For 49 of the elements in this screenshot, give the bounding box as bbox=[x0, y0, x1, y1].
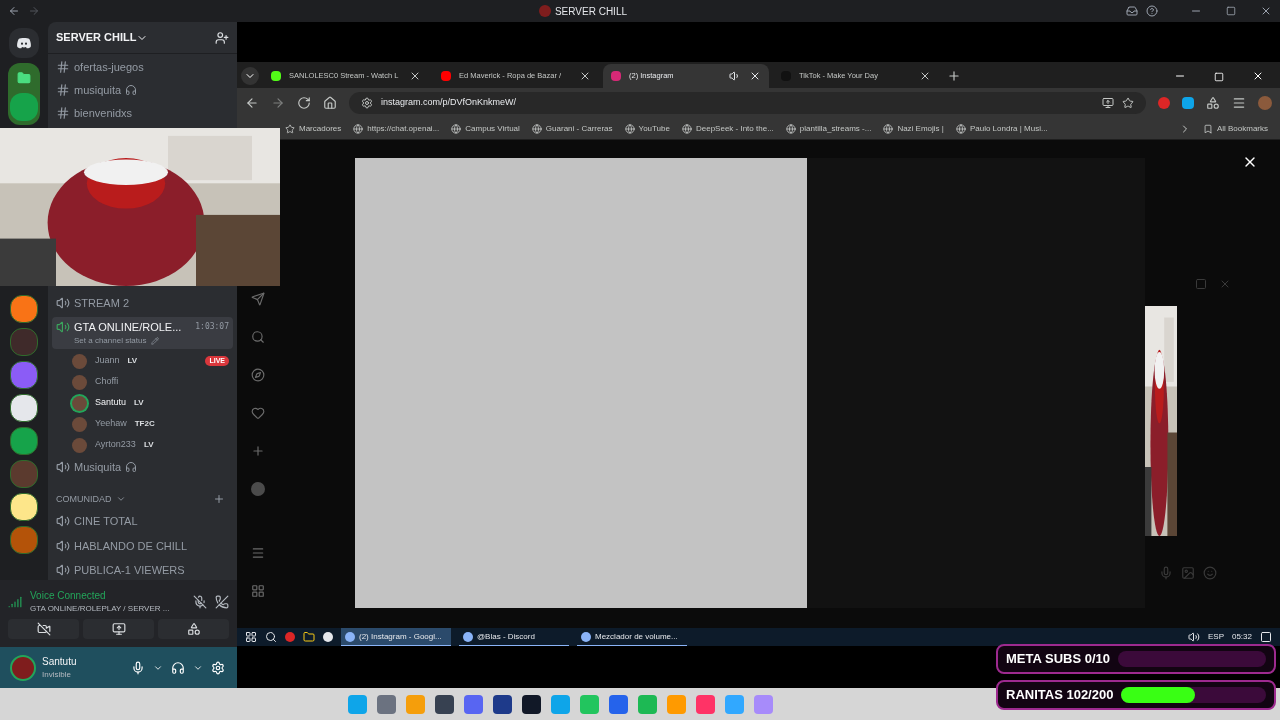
member-row[interactable]: Ayrton233 LV bbox=[72, 436, 233, 454]
window-title: SERVER CHILL bbox=[554, 4, 628, 19]
channel-item[interactable]: musiquita bbox=[52, 81, 233, 99]
user-status: Invisible bbox=[42, 669, 72, 681]
channel-status[interactable]: Set a channel status bbox=[74, 335, 147, 347]
member-tag: LV bbox=[134, 397, 144, 409]
server-name[interactable]: SERVER CHILL bbox=[56, 29, 137, 46]
voice-channel[interactable]: CINE TOTAL bbox=[52, 510, 233, 533]
member-row[interactable]: Choffi bbox=[72, 373, 233, 391]
member-name[interactable]: Ayrton233 bbox=[91, 438, 140, 452]
clock[interactable]: 05:32 bbox=[1231, 631, 1252, 643]
voice-channel[interactable]: Musiquita bbox=[52, 456, 233, 479]
taskbar-item[interactable]: Mezclador de volume... bbox=[577, 628, 687, 646]
address-bar[interactable]: instagram.com/p/DVfOnKnkmeW/ bbox=[349, 92, 1146, 114]
channel-item[interactable]: bienvenidxs bbox=[52, 104, 233, 122]
member-row[interactable]: Santutu LV bbox=[72, 394, 233, 412]
bookmark[interactable]: Campus Virtual bbox=[451, 122, 520, 135]
language[interactable]: ESP bbox=[1207, 631, 1224, 643]
bookmark[interactable]: https://chat.openai... bbox=[353, 122, 440, 135]
voice-channel-name[interactable]: GTA ONLINE/ROLEPLAY / SERVER ... bbox=[30, 603, 185, 615]
member-tag: LV bbox=[127, 355, 138, 367]
member-name[interactable]: Choffi bbox=[91, 375, 123, 389]
member-name[interactable]: Santutu bbox=[91, 396, 131, 410]
voice-channel[interactable]: HABLANDO DE CHILL bbox=[52, 534, 233, 557]
user-name[interactable]: Santutu bbox=[42, 654, 123, 669]
goal-label: META SUBS 0/10 bbox=[1006, 650, 1111, 669]
member-tag: LV bbox=[143, 439, 154, 451]
bookmark[interactable]: plantilla_streams -... bbox=[785, 122, 872, 135]
bookmark[interactable]: YouTube bbox=[624, 122, 670, 135]
voice-time: 1:03:07 bbox=[195, 320, 229, 333]
voice-channel[interactable]: GTA ONLINE/ROLE... 1:03:07 Set a channel status bbox=[52, 316, 233, 349]
bookmark[interactable]: Guarani - Carreras bbox=[531, 122, 613, 135]
member-row[interactable]: Yeehaw TF2C bbox=[72, 415, 233, 433]
member-name[interactable]: Yeehaw bbox=[91, 417, 131, 431]
voice-channel[interactable]: PUBLICA-1 VIEWERS bbox=[52, 559, 233, 582]
bookmark[interactable]: Paulo Londra | Musi... bbox=[955, 122, 1048, 135]
all-bookmarks[interactable]: All Bookmarks bbox=[1202, 122, 1268, 135]
goal-label: RANITAS 102/200 bbox=[1006, 686, 1114, 705]
bookmark[interactable]: Marcadores bbox=[285, 122, 342, 135]
taskbar-item[interactable]: @Blas - Discord bbox=[459, 628, 569, 646]
channel-item[interactable]: ofertas-juegos bbox=[52, 58, 233, 76]
category-name[interactable]: COMUNIDAD bbox=[56, 492, 112, 506]
member-name[interactable]: Juann bbox=[91, 354, 124, 368]
voice-channel[interactable]: STREAM 2 bbox=[52, 292, 233, 315]
member-tag: TF2C bbox=[134, 418, 155, 430]
voice-status[interactable]: Voice Connected bbox=[30, 588, 185, 603]
taskbar-item[interactable]: (2) Instagram - Googl... bbox=[341, 628, 451, 646]
bookmark[interactable]: DeepSeek - Into the... bbox=[681, 122, 774, 135]
bookmark[interactable]: Nazi Emojis | bbox=[883, 122, 944, 135]
